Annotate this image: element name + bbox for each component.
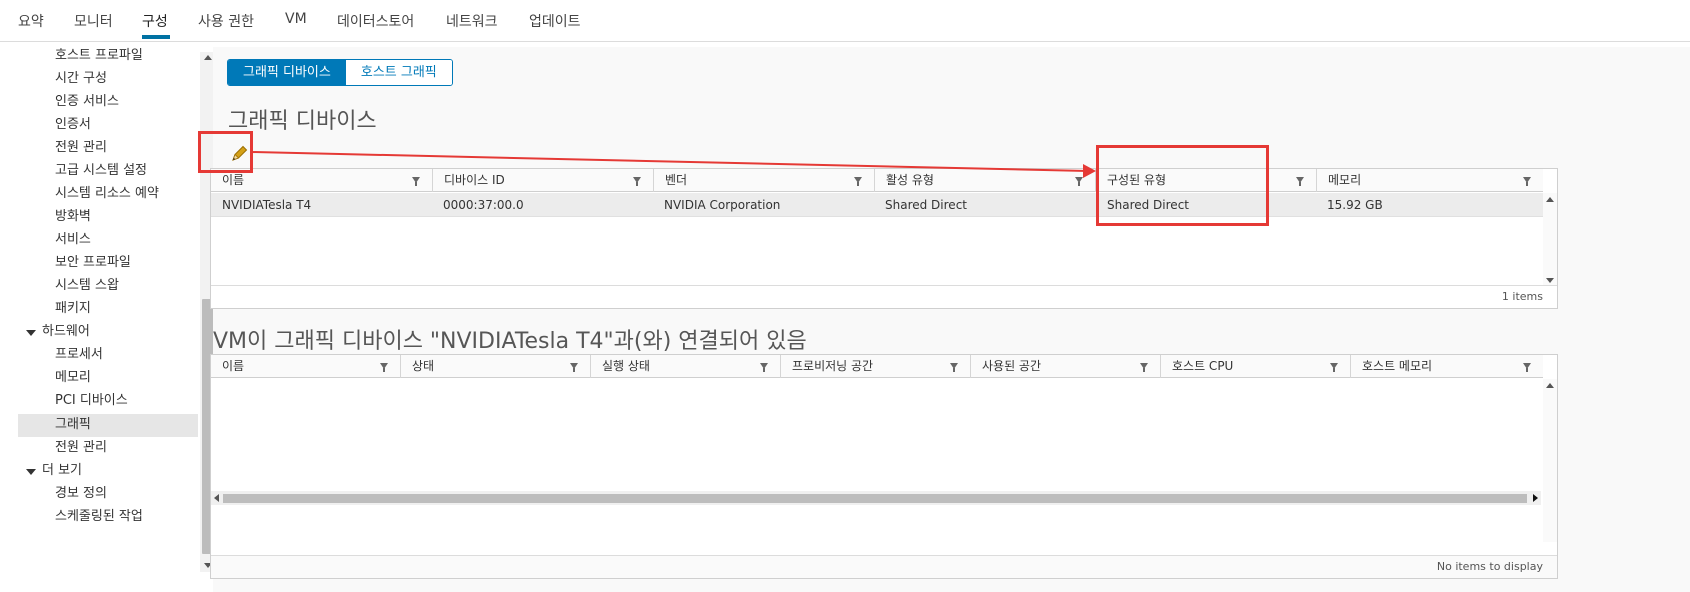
annotation-arrow [251,151,1096,178]
